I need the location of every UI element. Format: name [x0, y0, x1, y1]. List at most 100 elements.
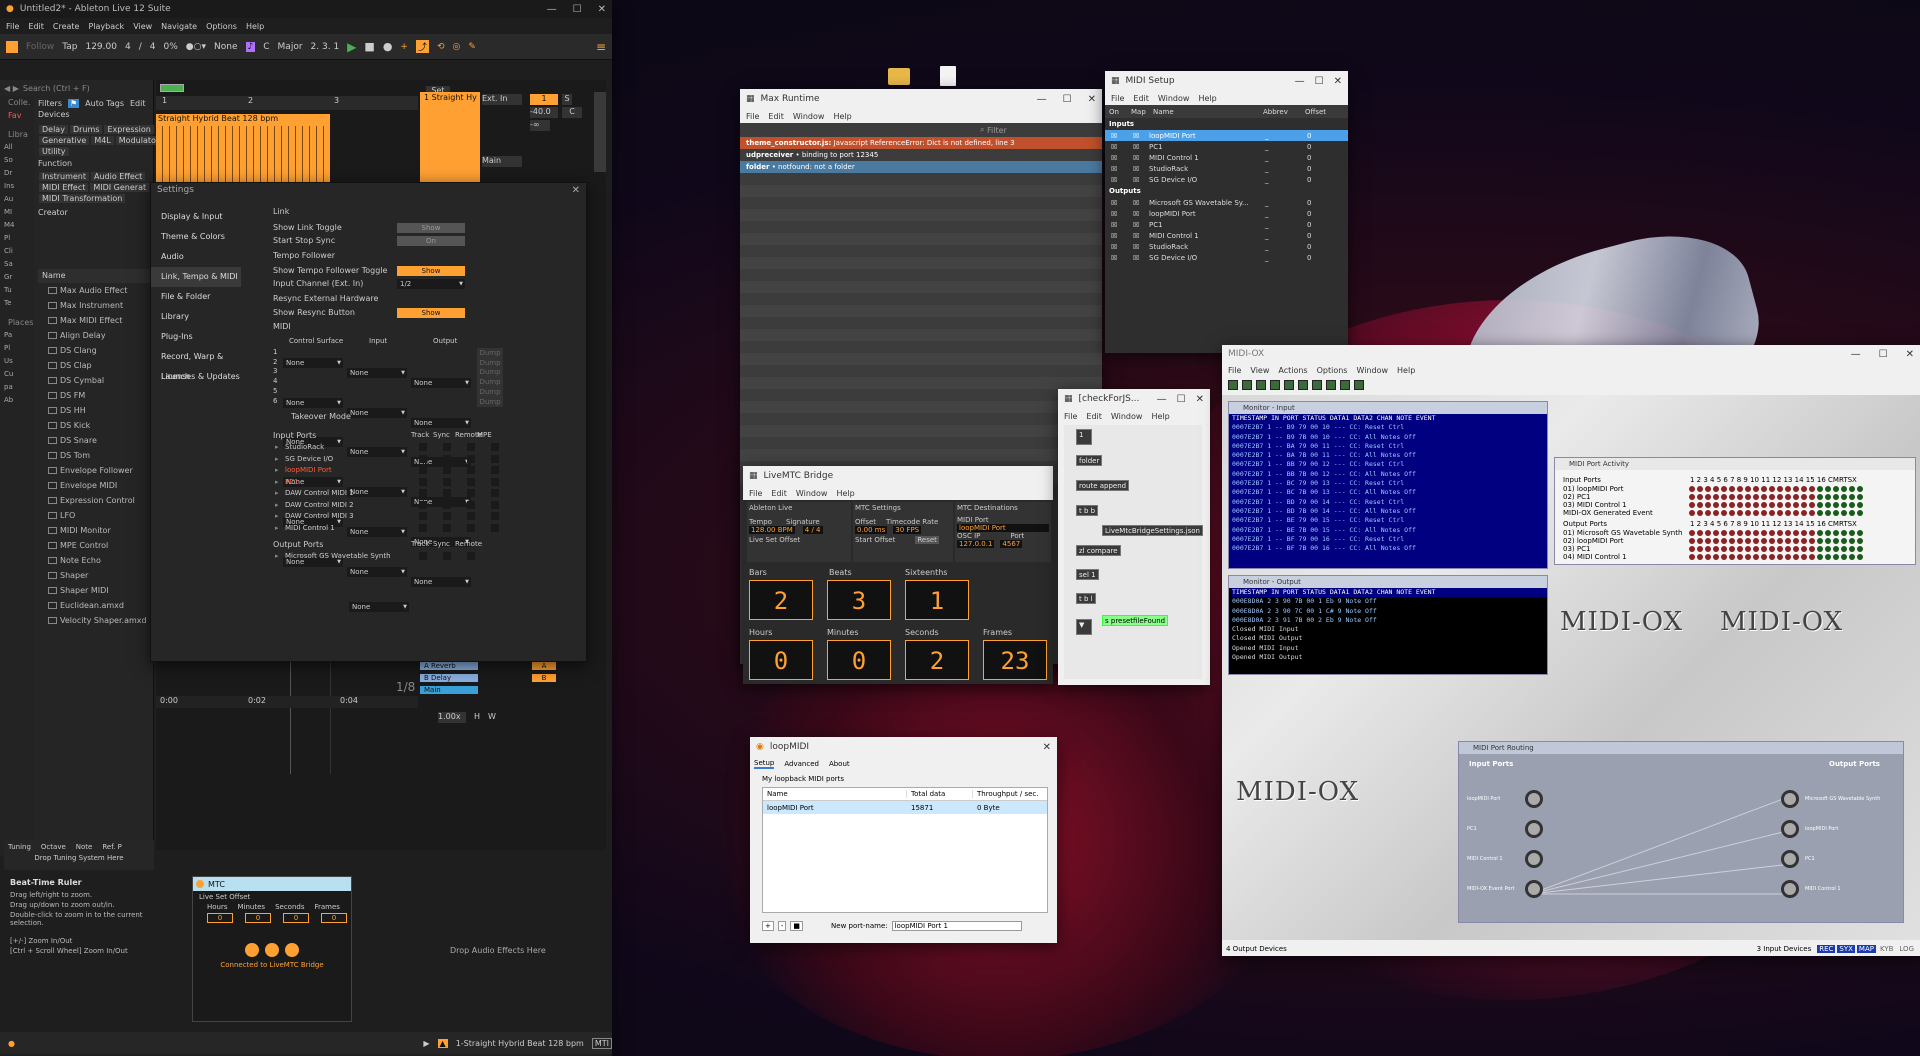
new-port-input[interactable]: loopMIDI Port 1: [891, 921, 1022, 931]
device-row[interactable]: ☒ ☒ StudioRack _ 0: [1105, 163, 1348, 174]
port-checkbox[interactable]: [491, 443, 499, 451]
on-checkbox[interactable]: ☒: [1105, 154, 1127, 162]
device-toggle[interactable]: [196, 880, 204, 888]
port-checkbox[interactable]: [467, 466, 475, 474]
midi-output-select[interactable]: None: [411, 378, 471, 388]
pan-field[interactable]: C: [562, 107, 582, 118]
column-header[interactable]: Offset: [1301, 108, 1343, 116]
input-port-name[interactable]: DAW Control MIDI 3: [285, 512, 354, 520]
return-letter[interactable]: B: [532, 674, 556, 682]
offset-field[interactable]: 0: [1301, 221, 1343, 229]
audio-clip[interactable]: [156, 126, 330, 182]
console-row[interactable]: udpreceiver • binding to port 12345: [740, 149, 1102, 161]
play-button[interactable]: ▶: [347, 40, 356, 54]
port-expand-icon[interactable]: ▸: [275, 501, 279, 509]
on-checkbox[interactable]: ☒: [1105, 165, 1127, 173]
map-checkbox[interactable]: ☒: [1127, 132, 1149, 140]
signature-den[interactable]: 4: [150, 42, 156, 52]
midi-input-select[interactable]: None: [347, 487, 407, 498]
menu-item[interactable]: Help: [246, 22, 264, 31]
input-port-name[interactable]: DAW Control MIDI 1: [285, 489, 354, 497]
signature-num[interactable]: 4: [125, 42, 131, 52]
device-row[interactable]: ☒ ☒ PC1 _ 0: [1105, 141, 1348, 152]
monitor-row[interactable]: 0007E2B7 1 -- BC 79 00 13 --- CC: Reset …: [1232, 479, 1547, 488]
tuning-drop-zone[interactable]: Drop Tuning System Here: [4, 854, 154, 862]
sidebar-item[interactable]: Ins: [0, 180, 34, 193]
input-port-name[interactable]: loopMIDI Port: [285, 466, 332, 474]
midi-input-select[interactable]: None: [347, 526, 407, 537]
abbrev-field[interactable]: _: [1259, 176, 1301, 184]
close-button[interactable]: ✕: [572, 185, 580, 196]
monitor-row[interactable]: Opened MIDI Output: [1232, 653, 1547, 662]
tab[interactable]: About: [829, 760, 850, 768]
browser-item[interactable]: DS Tom: [38, 448, 154, 463]
maximize-button[interactable]: ☐: [1177, 394, 1186, 405]
port-field[interactable]: 4567: [1000, 540, 1023, 548]
port-checkbox[interactable]: [491, 454, 499, 463]
frames-field[interactable]: 0: [321, 913, 347, 923]
port-connector-icon[interactable]: [1781, 880, 1799, 898]
browser-item[interactable]: DS FM: [38, 388, 154, 403]
browser-item[interactable]: MIDI Monitor: [38, 523, 154, 538]
menu-item[interactable]: File: [1111, 94, 1124, 103]
port-expand-icon[interactable]: ▸: [275, 455, 279, 463]
menu-item[interactable]: Create: [53, 22, 80, 31]
time-ruler[interactable]: 0:00 0:02 0:04: [156, 696, 418, 708]
maximize-button[interactable]: ☐: [1063, 94, 1072, 105]
close-button[interactable]: ✕: [1906, 349, 1914, 360]
sidebar-item[interactable]: So: [0, 154, 34, 167]
outlet-box[interactable]: ▼: [1076, 619, 1092, 635]
inf-field[interactable]: -∞: [530, 120, 550, 131]
total-data-column[interactable]: Total data: [907, 790, 973, 798]
close-button[interactable]: ✕: [1334, 76, 1342, 87]
sidebar-item[interactable]: All: [0, 141, 34, 154]
add-port-button[interactable]: +: [762, 921, 774, 931]
input-port-name[interactable]: SG Device I/O: [285, 455, 333, 463]
abbrev-field[interactable]: _: [1259, 243, 1301, 251]
menu-item[interactable]: Playback: [88, 22, 124, 31]
port-checkbox[interactable]: [443, 552, 451, 560]
browser-item[interactable]: Note Echo: [38, 553, 154, 568]
monitor-row[interactable]: 0007E2B7 1 -- BA 7B 00 11 --- CC: All No…: [1232, 451, 1547, 460]
h-button[interactable]: H: [474, 712, 480, 721]
port-checkbox[interactable]: [419, 443, 427, 451]
sidebar-item[interactable]: Ab: [0, 394, 34, 407]
browser-item[interactable]: Max Audio Effect: [38, 283, 154, 298]
monitor-row[interactable]: 0007E2B7 1 -- BD 7B 00 14 --- CC: All No…: [1232, 507, 1547, 516]
device-row[interactable]: ☒ ☒ SG Device I/O _ 0: [1105, 174, 1348, 185]
on-checkbox[interactable]: ☒: [1105, 221, 1127, 229]
routing-port[interactable]: MIDI-OX Event Port: [1467, 874, 1543, 904]
map-checkbox[interactable]: ☒: [1127, 143, 1149, 151]
on-checkbox[interactable]: ☒: [1105, 143, 1127, 151]
object-box[interactable]: t b l: [1076, 593, 1096, 604]
stop-icon[interactable]: ■: [790, 921, 804, 931]
menu-item[interactable]: File: [749, 489, 762, 498]
monitor-row[interactable]: 0007E2B7 1 -- BA 79 00 11 --- CC: Reset …: [1232, 442, 1547, 451]
toolbar-panic-icon[interactable]: [1340, 380, 1350, 390]
beat-time-ruler[interactable]: 1 2 3: [156, 96, 418, 110]
map-checkbox[interactable]: ☒: [1127, 254, 1149, 262]
input-port-name[interactable]: PC1: [285, 478, 299, 486]
sidebar-item[interactable]: Pl: [0, 342, 34, 355]
menu-item[interactable]: Options: [1317, 366, 1348, 375]
menu-item[interactable]: Edit: [768, 112, 784, 121]
settings-nav-item[interactable]: Link, Tempo & MIDI: [151, 267, 241, 287]
sidebar-item[interactable]: Au: [0, 193, 34, 206]
toolbar-monitor-icon[interactable]: [1242, 380, 1252, 390]
mti-indicator[interactable]: MTI: [591, 1037, 612, 1049]
midi-output-select[interactable]: None: [411, 417, 471, 428]
edit-button[interactable]: Edit: [130, 99, 146, 108]
tab[interactable]: Setup: [754, 759, 775, 769]
object-box[interactable]: zl compare: [1076, 545, 1121, 556]
port-checkbox[interactable]: [419, 466, 427, 474]
on-checkbox[interactable]: ☒: [1105, 199, 1127, 207]
status-flag[interactable]: LOG: [1897, 945, 1916, 953]
key-select[interactable]: C: [263, 42, 269, 52]
browser-item[interactable]: DS Snare: [38, 433, 154, 448]
sidebar-item[interactable]: pa: [0, 381, 34, 394]
seconds-field[interactable]: 0: [283, 913, 309, 923]
monitor-row[interactable]: Closed MIDI Input: [1232, 625, 1547, 634]
port-checkbox[interactable]: [419, 552, 427, 560]
send-box[interactable]: s presetfileFound: [1102, 615, 1169, 626]
routing-port[interactable]: Microsoft GS Wavetable Synth: [1781, 784, 1885, 814]
